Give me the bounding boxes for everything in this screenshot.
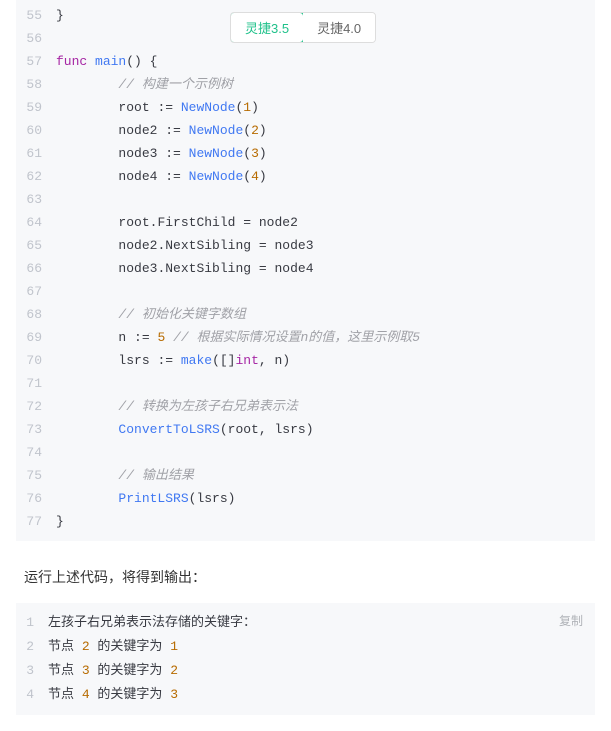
line-number: 66 — [16, 257, 56, 280]
code-line: 62 node4 := NewNode(4) — [16, 165, 595, 188]
line-number: 56 — [16, 27, 56, 50]
output-content: 节点 4 的关键字为 3 — [48, 683, 595, 707]
code-line: 60 node2 := NewNode(2) — [16, 119, 595, 142]
code-line: 57func main() { — [16, 50, 595, 73]
line-number: 58 — [16, 73, 56, 96]
code-content: node2.NextSibling = node3 — [56, 234, 595, 257]
tab-lingjie-3-5[interactable]: 灵捷3.5 — [230, 12, 304, 43]
output-content: 节点 3 的关键字为 2 — [48, 659, 595, 683]
output-line-number: 1 — [16, 611, 48, 635]
line-number: 61 — [16, 142, 56, 165]
line-number: 67 — [16, 280, 56, 303]
line-number: 64 — [16, 211, 56, 234]
line-number: 74 — [16, 441, 56, 464]
code-content: // 输出结果 — [56, 464, 595, 487]
code-line: 59 root := NewNode(1) — [16, 96, 595, 119]
narrative-text: 运行上述代码，将得到输出： — [0, 559, 611, 603]
line-number: 75 — [16, 464, 56, 487]
code-line: 73 ConvertToLSRS(root, lsrs) — [16, 418, 595, 441]
output-content: 节点 2 的关键字为 1 — [48, 635, 595, 659]
code-line: 66 node3.NextSibling = node4 — [16, 257, 595, 280]
code-block: 55} 56 57func main() {58 // 构建一个示例树59 roo… — [16, 0, 595, 541]
output-line: 2节点 2 的关键字为 1 — [16, 635, 595, 659]
line-number: 70 — [16, 349, 56, 372]
code-content: node3 := NewNode(3) — [56, 142, 595, 165]
code-line: 63 — [16, 188, 595, 211]
code-line: 70 lsrs := make([]int, n) — [16, 349, 595, 372]
code-line: 76 PrintLSRS(lsrs) — [16, 487, 595, 510]
line-number: 69 — [16, 326, 56, 349]
code-line: 72 // 转换为左孩子右兄弟表示法 — [16, 395, 595, 418]
line-number: 63 — [16, 188, 56, 211]
code-content: } — [56, 510, 595, 533]
line-number: 57 — [16, 50, 56, 73]
code-content: root.FirstChild = node2 — [56, 211, 595, 234]
output-line: 1左孩子右兄弟表示法存储的关键字： — [16, 611, 595, 635]
line-number: 55 — [16, 4, 56, 27]
copy-button[interactable]: 复制 — [559, 609, 583, 633]
code-content: node4 := NewNode(4) — [56, 165, 595, 188]
code-content: PrintLSRS(lsrs) — [56, 487, 595, 510]
code-line: 77} — [16, 510, 595, 533]
code-content: // 转换为左孩子右兄弟表示法 — [56, 395, 595, 418]
code-line: 67 — [16, 280, 595, 303]
line-number: 60 — [16, 119, 56, 142]
output-block: 复制 1左孩子右兄弟表示法存储的关键字：2节点 2 的关键字为 13节点 3 的… — [16, 603, 595, 715]
line-number: 72 — [16, 395, 56, 418]
code-line: 69 n := 5 // 根据实际情况设置n的值，这里示例取5 — [16, 326, 595, 349]
code-content: func main() { — [56, 50, 595, 73]
line-number: 68 — [16, 303, 56, 326]
output-line-number: 3 — [16, 659, 48, 683]
code-content: // 构建一个示例树 — [56, 73, 595, 96]
code-line: 58 // 构建一个示例树 — [16, 73, 595, 96]
code-content: ConvertToLSRS(root, lsrs) — [56, 418, 595, 441]
code-content: node2 := NewNode(2) — [56, 119, 595, 142]
code-line: 68 // 初始化关键字数组 — [16, 303, 595, 326]
output-line: 4节点 4 的关键字为 3 — [16, 683, 595, 707]
tab-lingjie-4-0[interactable]: 灵捷4.0 — [303, 13, 375, 42]
output-content: 左孩子右兄弟表示法存储的关键字： — [48, 611, 595, 635]
output-line-number: 4 — [16, 683, 48, 707]
code-content: // 初始化关键字数组 — [56, 303, 595, 326]
code-content: lsrs := make([]int, n) — [56, 349, 595, 372]
output-line-number: 2 — [16, 635, 48, 659]
code-line: 65 node2.NextSibling = node3 — [16, 234, 595, 257]
output-line: 3节点 3 的关键字为 2 — [16, 659, 595, 683]
code-line: 74 — [16, 441, 595, 464]
line-number: 65 — [16, 234, 56, 257]
code-content: root := NewNode(1) — [56, 96, 595, 119]
code-content — [56, 372, 595, 395]
line-number: 77 — [16, 510, 56, 533]
code-line: 71 — [16, 372, 595, 395]
line-number: 76 — [16, 487, 56, 510]
line-number: 62 — [16, 165, 56, 188]
code-content — [56, 280, 595, 303]
code-content — [56, 441, 595, 464]
code-content: node3.NextSibling = node4 — [56, 257, 595, 280]
code-line: 75 // 输出结果 — [16, 464, 595, 487]
line-number: 59 — [16, 96, 56, 119]
code-line: 61 node3 := NewNode(3) — [16, 142, 595, 165]
code-content: n := 5 // 根据实际情况设置n的值，这里示例取5 — [56, 326, 595, 349]
line-number: 73 — [16, 418, 56, 441]
model-tabs: 灵捷3.5 灵捷4.0 — [230, 12, 376, 43]
line-number: 71 — [16, 372, 56, 395]
code-line: 64 root.FirstChild = node2 — [16, 211, 595, 234]
code-content — [56, 188, 595, 211]
